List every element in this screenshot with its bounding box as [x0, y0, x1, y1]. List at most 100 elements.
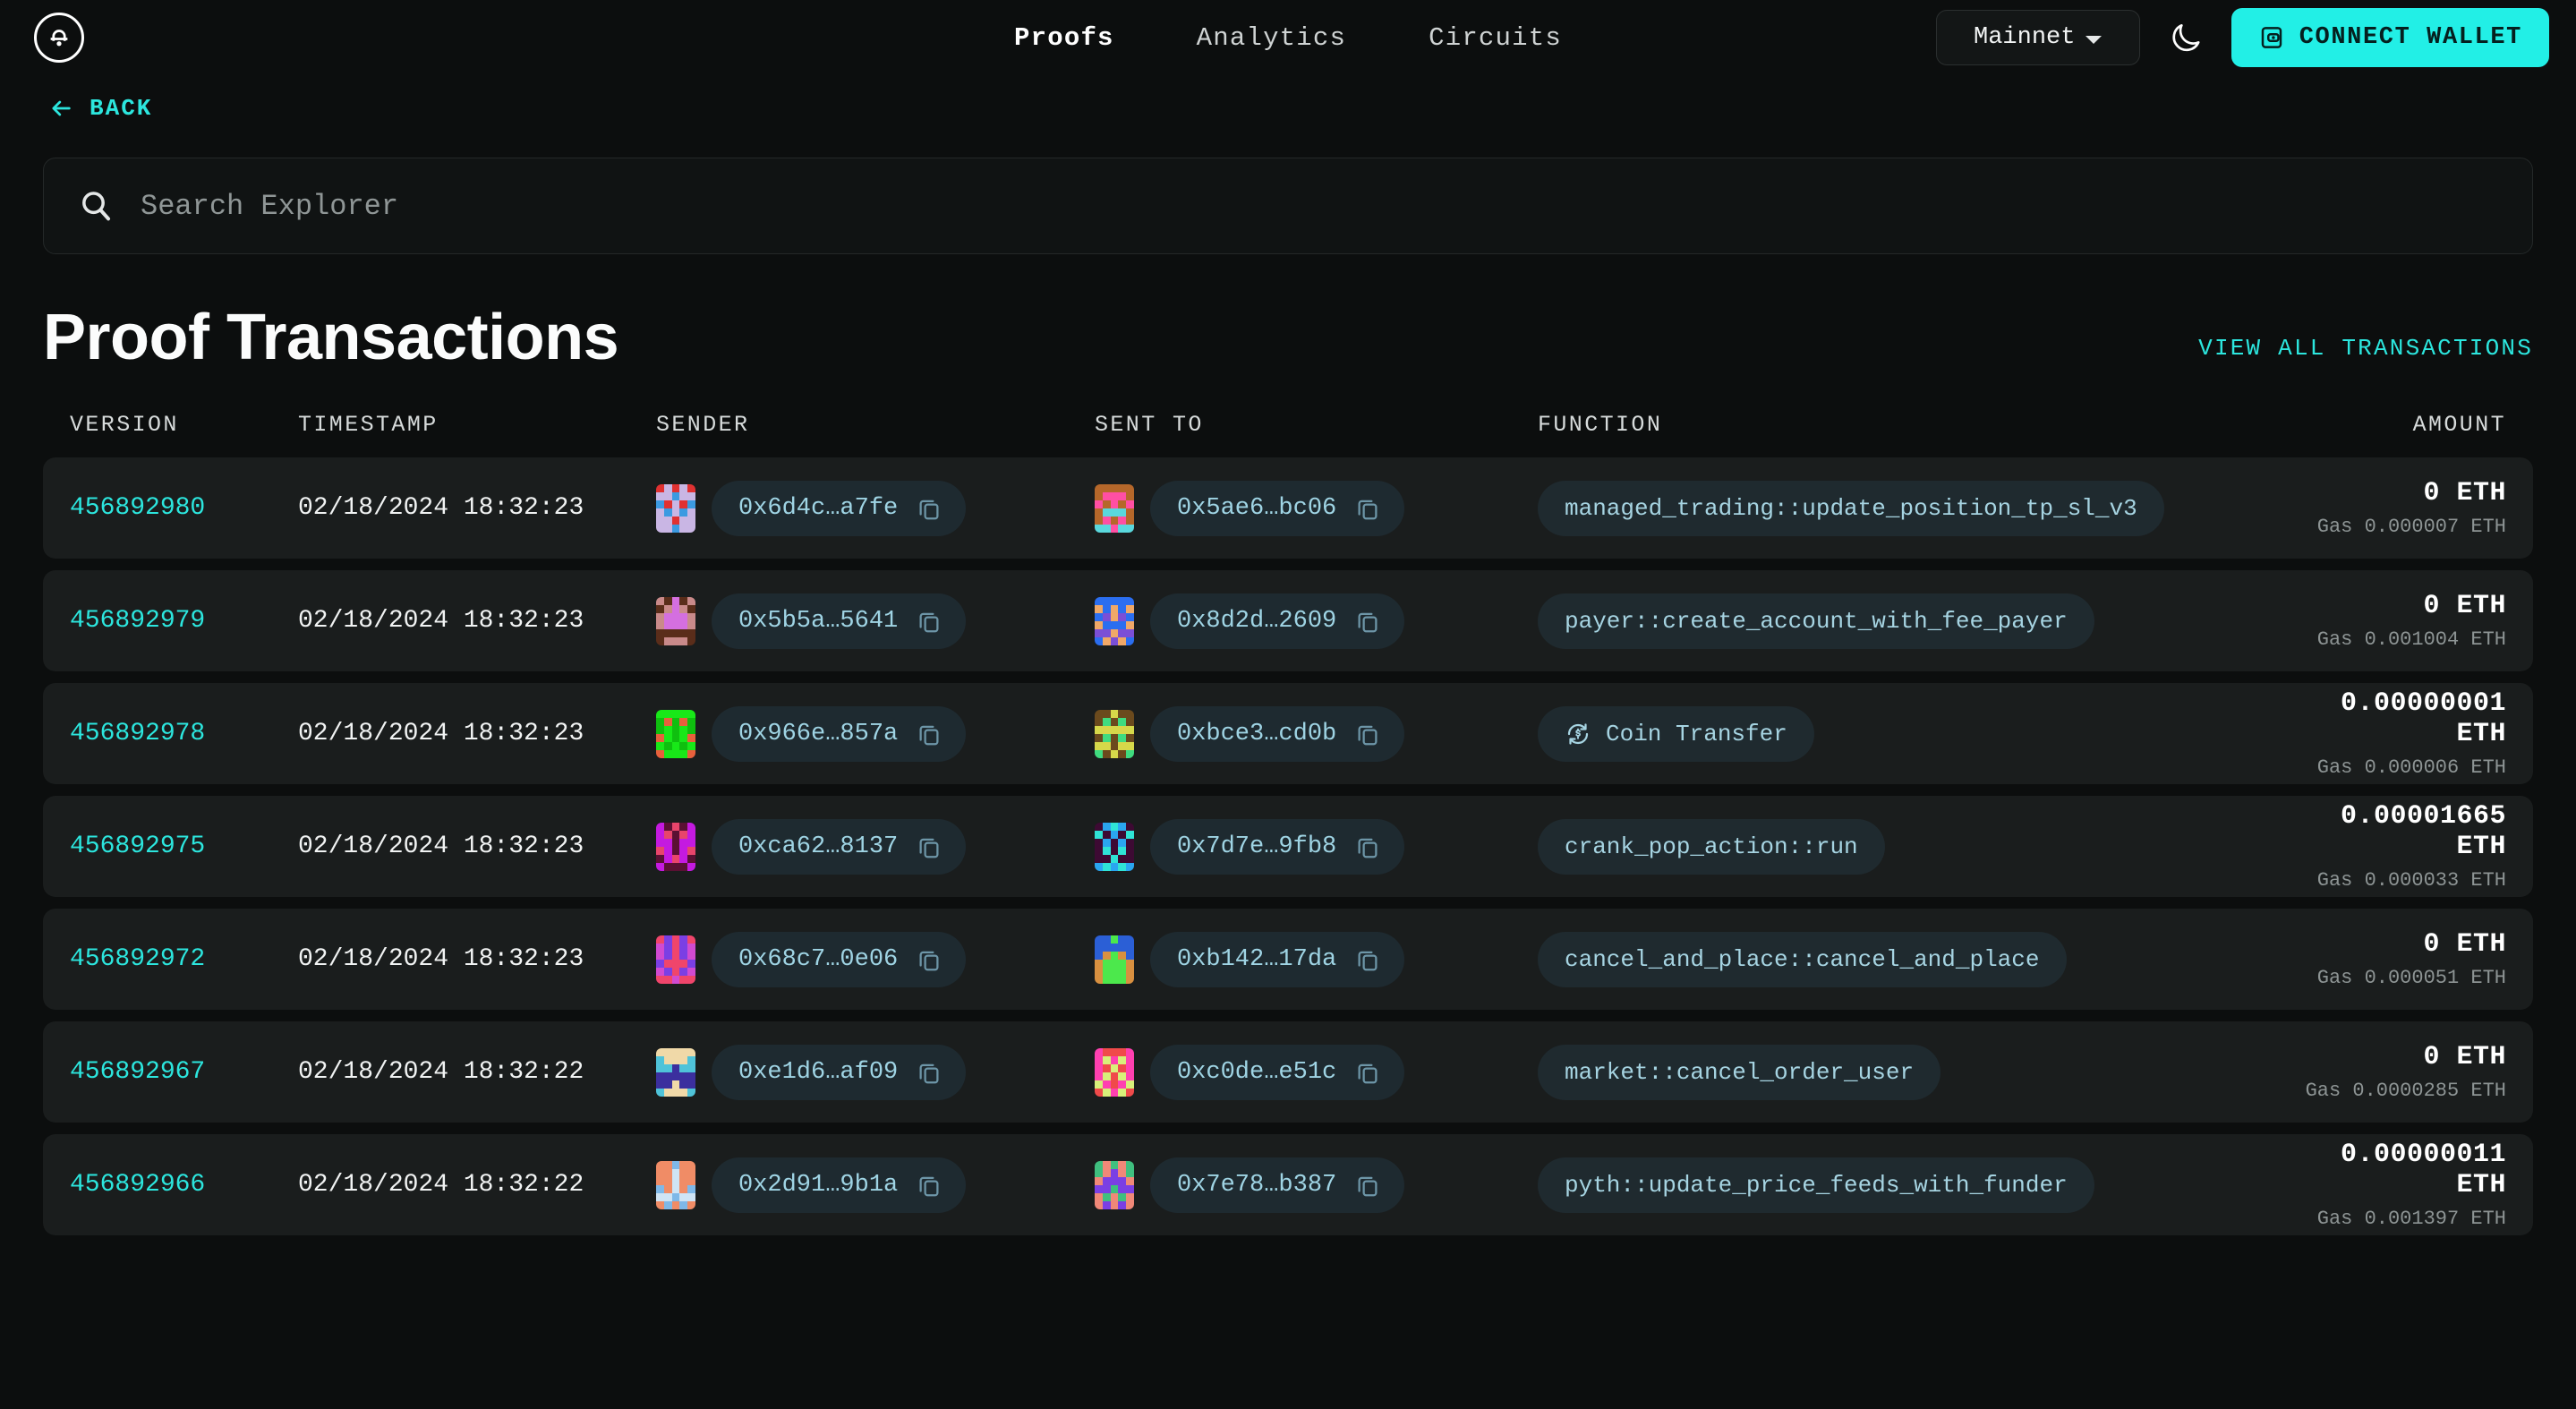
copy-icon[interactable]: [1354, 495, 1381, 522]
amount-cell: 0.00000011 ETH Gas 0.001397 ETH: [2303, 1140, 2506, 1230]
timestamp-cell: 02/18/2024 18:32:23: [298, 607, 584, 635]
sender-address-pill[interactable]: 0x2d91…9b1a: [712, 1157, 967, 1213]
copy-icon[interactable]: [916, 608, 943, 635]
nav-item-analytics[interactable]: Analytics: [1156, 23, 1387, 53]
sent-to-address-pill[interactable]: 0xc0de…e51c: [1150, 1044, 1405, 1100]
connect-wallet-label: CONNECT WALLET: [2299, 24, 2522, 51]
copy-icon[interactable]: [916, 721, 943, 747]
table-row[interactable]: 456892966 02/18/2024 18:32:22 0x2d91…9b1a 0…: [43, 1134, 2533, 1235]
header-actions: Mainnet CONNECT WALLET: [1935, 8, 2549, 67]
version-link[interactable]: 456892975: [70, 833, 298, 860]
version-link[interactable]: 456892966: [70, 1171, 298, 1199]
nav-item-proofs[interactable]: Proofs: [973, 23, 1156, 53]
address-text: 0x7e78…b387: [1177, 1171, 1337, 1199]
copy-icon[interactable]: [916, 495, 943, 522]
avatar: [656, 709, 695, 758]
network-selector[interactable]: Mainnet: [1935, 10, 2140, 65]
sent-to-address-pill[interactable]: 0xbce3…cd0b: [1150, 705, 1405, 762]
copy-icon[interactable]: [916, 1172, 943, 1199]
sender-address-pill[interactable]: 0xe1d6…af09: [712, 1044, 967, 1100]
avatar: [656, 1160, 695, 1209]
search-bar[interactable]: [43, 158, 2533, 254]
address-text: 0x966e…857a: [738, 720, 899, 747]
function-pill[interactable]: Coin Transfer: [1538, 705, 1814, 762]
copy-icon[interactable]: [916, 833, 943, 860]
avatar: [656, 483, 695, 533]
sender-address-pill[interactable]: 0xca62…8137: [712, 818, 967, 875]
coin-transfer-icon: [1567, 722, 1589, 745]
version-link[interactable]: 456892967: [70, 1058, 298, 1086]
version-link[interactable]: 456892979: [70, 607, 298, 635]
amount-value: 0 ETH: [2423, 478, 2506, 508]
address-text: 0x7d7e…9fb8: [1177, 833, 1337, 860]
theme-toggle-button[interactable]: [2162, 13, 2210, 62]
table-row[interactable]: 456892967 02/18/2024 18:32:22 0xe1d6…af09 0…: [43, 1021, 2533, 1123]
chevron-down-icon: [2086, 35, 2103, 44]
sent-to-address-pill[interactable]: 0x8d2d…2609: [1150, 593, 1405, 649]
sender-address-pill[interactable]: 0x6d4c…a7fe: [712, 480, 967, 536]
copy-icon[interactable]: [1354, 946, 1381, 973]
table-row[interactable]: 456892980 02/18/2024 18:32:23 0x6d4c…a7fe 0…: [43, 457, 2533, 559]
gas-value: Gas 0.001004 ETH: [2316, 628, 2506, 651]
avatar: [1095, 709, 1134, 758]
copy-icon[interactable]: [1354, 608, 1381, 635]
avatar: [656, 1047, 695, 1097]
version-link[interactable]: 456892980: [70, 494, 298, 522]
timestamp-cell: 02/18/2024 18:32:22: [298, 1171, 584, 1199]
sent-to-address-pill[interactable]: 0x7e78…b387: [1150, 1157, 1405, 1213]
back-link[interactable]: BACK: [47, 95, 152, 122]
table-row[interactable]: 456892979 02/18/2024 18:32:23 0x5b5a…5641 0…: [43, 570, 2533, 671]
table-row[interactable]: 456892972 02/18/2024 18:32:23 0x68c7…0e06 0…: [43, 909, 2533, 1010]
address-text: 0x8d2d…2609: [1177, 607, 1337, 635]
function-cell: managed_trading::update_position_tp_sl_v…: [1538, 480, 2303, 536]
column-header-amount: AMOUNT: [2412, 412, 2506, 438]
function-label: market::cancel_order_user: [1565, 1058, 1915, 1086]
avatar: [1095, 822, 1134, 871]
sent-to-address-pill[interactable]: 0x7d7e…9fb8: [1150, 818, 1405, 875]
nav-item-circuits[interactable]: Circuits: [1387, 23, 1603, 53]
address-text: 0xca62…8137: [738, 833, 899, 860]
version-link[interactable]: 456892972: [70, 945, 298, 973]
search-input[interactable]: [141, 189, 2498, 223]
avatar: [656, 596, 695, 645]
amount-cell: 0 ETH Gas 0.0000285 ETH: [2303, 1042, 2506, 1102]
function-pill[interactable]: market::cancel_order_user: [1538, 1044, 1941, 1100]
copy-icon[interactable]: [1354, 721, 1381, 747]
table-row[interactable]: 456892975 02/18/2024 18:32:23 0xca62…8137 0…: [43, 796, 2533, 897]
function-pill[interactable]: managed_trading::update_position_tp_sl_v…: [1538, 480, 2164, 536]
function-label: Coin Transfer: [1606, 720, 1787, 747]
copy-icon[interactable]: [1354, 833, 1381, 860]
avatar: [1095, 483, 1134, 533]
amount-cell: 0.00000001 ETH Gas 0.000006 ETH: [2303, 688, 2506, 779]
sent-to-address-pill[interactable]: 0xb142…17da: [1150, 931, 1405, 987]
function-cell: Coin Transfer: [1538, 705, 2303, 762]
version-link[interactable]: 456892978: [70, 720, 298, 747]
address-text: 0xe1d6…af09: [738, 1058, 899, 1086]
sender-cell: 0x68c7…0e06: [656, 931, 1095, 987]
sender-cell: 0x6d4c…a7fe: [656, 480, 1095, 536]
table-row[interactable]: 456892978 02/18/2024 18:32:23 0x966e…857a 0…: [43, 683, 2533, 784]
amount-value: 0 ETH: [2423, 1042, 2506, 1072]
sent-to-address-pill[interactable]: 0x5ae6…bc06: [1150, 480, 1405, 536]
sender-address-pill[interactable]: 0x5b5a…5641: [712, 593, 967, 649]
function-pill[interactable]: pyth::update_price_feeds_with_funder: [1538, 1157, 2094, 1213]
view-all-transactions-link[interactable]: VIEW ALL TRANSACTIONS: [2198, 335, 2533, 374]
copy-icon[interactable]: [916, 1059, 943, 1086]
amount-cell: 0.00001665 ETH Gas 0.000033 ETH: [2303, 801, 2506, 892]
sender-address-pill[interactable]: 0x68c7…0e06: [712, 931, 967, 987]
sent-to-cell: 0xbce3…cd0b: [1095, 705, 1538, 762]
sender-address-pill[interactable]: 0x966e…857a: [712, 705, 967, 762]
aptos-logo[interactable]: [34, 13, 84, 63]
function-pill[interactable]: cancel_and_place::cancel_and_place: [1538, 931, 2067, 987]
timestamp-cell: 02/18/2024 18:32:23: [298, 945, 584, 973]
copy-icon[interactable]: [1354, 1059, 1381, 1086]
function-cell: crank_pop_action::run: [1538, 818, 2303, 875]
function-pill[interactable]: crank_pop_action::run: [1538, 818, 1885, 875]
connect-wallet-button[interactable]: CONNECT WALLET: [2231, 8, 2549, 67]
copy-icon[interactable]: [1354, 1172, 1381, 1199]
column-header-function: FUNCTION: [1538, 412, 1663, 438]
function-label: managed_trading::update_position_tp_sl_v…: [1565, 494, 2137, 522]
sent-to-cell: 0x5ae6…bc06: [1095, 480, 1538, 536]
copy-icon[interactable]: [916, 946, 943, 973]
function-pill[interactable]: payer::create_account_with_fee_payer: [1538, 593, 2094, 649]
